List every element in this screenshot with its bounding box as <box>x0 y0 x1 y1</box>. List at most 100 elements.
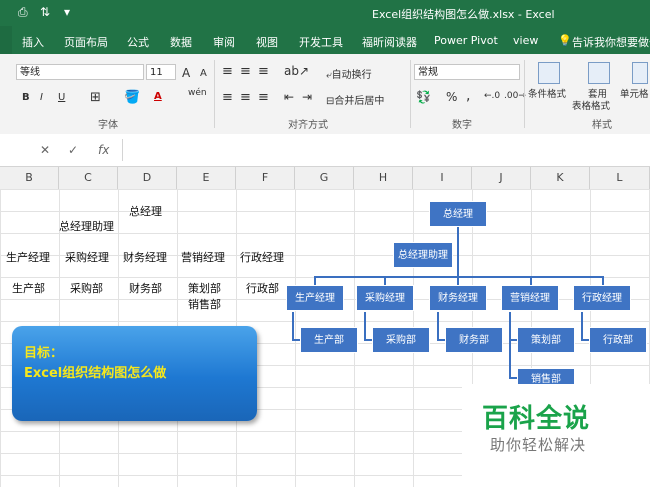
tab-file[interactable] <box>0 26 12 54</box>
print-preview-icon[interactable]: ⎙ <box>18 5 28 20</box>
cell-finance-dept[interactable]: 财务部 <box>129 280 162 296</box>
tab-view[interactable]: 视图 <box>256 34 278 50</box>
watermark: 百科全说 助你轻松解决 <box>462 384 650 487</box>
formula-input[interactable] <box>122 139 650 161</box>
wrap-text-button[interactable]: ⤶自动换行 <box>326 66 372 81</box>
tab-review[interactable]: 审阅 <box>213 34 235 50</box>
customize-icon[interactable]: ▾ <box>64 5 70 19</box>
tab-view-en[interactable]: view <box>513 34 538 47</box>
comma-button[interactable]: , <box>466 88 470 104</box>
cell-production-manager[interactable]: 生产经理 <box>6 249 50 265</box>
indent-decrease-icon[interactable]: ⇤ <box>284 90 294 104</box>
cell-admin-dept[interactable]: 行政部 <box>246 280 279 296</box>
align-right-icon[interactable]: ≡ <box>258 90 269 105</box>
table-format-label-2[interactable]: 表格格式 <box>572 98 610 112</box>
bold-button[interactable]: B <box>22 92 30 103</box>
cell-sales-dept[interactable]: 销售部 <box>188 296 221 312</box>
column-header[interactable]: C <box>59 167 118 189</box>
underline-button[interactable]: U <box>58 92 65 103</box>
callout-line-1: 目标： <box>24 346 64 361</box>
window-title: Excel组织结构图怎么做.xlsx - Excel <box>372 8 555 21</box>
cell-styles-icon[interactable] <box>632 62 648 84</box>
accounting-icon[interactable]: 💱 <box>416 90 431 104</box>
align-center-icon[interactable]: ≡ <box>240 90 251 105</box>
cell-purchasing-manager[interactable]: 采购经理 <box>65 249 109 265</box>
shrink-font-button[interactable]: A <box>200 68 207 79</box>
org-node-manager[interactable]: 行政经理 <box>573 285 631 311</box>
insert-function-icon[interactable]: fx <box>98 143 109 157</box>
percent-button[interactable]: % <box>446 90 457 104</box>
tab-power-pivot[interactable]: Power Pivot <box>434 34 498 47</box>
org-node-dept[interactable]: 生产部 <box>300 327 358 353</box>
cancel-icon[interactable]: ✕ <box>40 143 50 157</box>
increase-decimal-icon[interactable]: ←.0 <box>484 91 500 101</box>
borders-icon[interactable]: ⊞ <box>90 90 101 105</box>
ribbon-separator <box>214 60 215 128</box>
font-size-select[interactable]: 11 <box>146 64 176 80</box>
enter-icon[interactable]: ✓ <box>68 143 78 157</box>
column-header[interactable]: J <box>472 167 531 189</box>
org-node-ceo[interactable]: 总经理 <box>429 201 487 227</box>
tell-me-search[interactable]: 告诉我你想要做什 <box>572 34 650 50</box>
org-node-manager[interactable]: 营销经理 <box>501 285 559 311</box>
font-color-button[interactable]: A <box>154 91 162 102</box>
grow-font-button[interactable]: A <box>182 66 190 80</box>
table-format-icon[interactable] <box>588 62 610 84</box>
callout-line-2: Excel组织结构图怎么做 <box>24 366 167 381</box>
column-header[interactable]: B <box>0 167 59 189</box>
cell-finance-manager[interactable]: 财务经理 <box>123 249 167 265</box>
align-bottom-icon[interactable]: ≡ <box>258 64 269 79</box>
indent-increase-icon[interactable]: ⇥ <box>302 90 312 104</box>
cell-marketing-manager[interactable]: 营销经理 <box>181 249 225 265</box>
cell-admin-manager[interactable]: 行政经理 <box>240 249 284 265</box>
column-header[interactable]: E <box>177 167 236 189</box>
org-node-manager[interactable]: 生产经理 <box>286 285 344 311</box>
decrease-decimal-icon[interactable]: .00→ <box>504 91 526 101</box>
tab-foxit[interactable]: 福昕阅读器 <box>362 34 417 50</box>
cell-ceo-assistant[interactable]: 总经理助理 <box>59 218 114 234</box>
org-node-dept[interactable]: 财务部 <box>445 327 503 353</box>
column-header[interactable]: H <box>354 167 413 189</box>
column-header[interactable]: D <box>118 167 177 189</box>
tab-page-layout[interactable]: 页面布局 <box>64 34 108 50</box>
sort-icon[interactable]: ⇅ <box>40 5 50 19</box>
cell-purchasing-dept[interactable]: 采购部 <box>70 280 103 296</box>
org-node-dept[interactable]: 行政部 <box>589 327 647 353</box>
wrap-text-label: 自动换行 <box>331 70 372 81</box>
phonetic-button[interactable]: wén <box>188 88 207 98</box>
tab-formulas[interactable]: 公式 <box>127 34 149 50</box>
italic-button[interactable]: I <box>40 92 43 103</box>
tab-developer[interactable]: 开发工具 <box>299 34 343 50</box>
org-node-dept[interactable]: 采购部 <box>372 327 430 353</box>
tab-insert[interactable]: 插入 <box>22 34 44 50</box>
cell-planning-dept[interactable]: 策划部 <box>188 280 221 296</box>
column-header[interactable]: I <box>413 167 472 189</box>
org-connector <box>509 312 511 378</box>
font-name-select[interactable]: 等线 <box>16 64 144 80</box>
org-node-dept[interactable]: 策划部 <box>517 327 575 353</box>
org-connector <box>292 312 294 340</box>
tab-data[interactable]: 数据 <box>170 34 192 50</box>
cell-ceo[interactable]: 总经理 <box>129 203 162 219</box>
cell-styles-button[interactable]: 单元格 <box>620 86 649 100</box>
org-connector <box>437 312 439 340</box>
number-format-select[interactable]: 常规 <box>414 64 520 80</box>
align-top-icon[interactable]: ≡ <box>222 64 233 79</box>
cell-production-dept[interactable]: 生产部 <box>12 280 45 296</box>
column-header[interactable]: L <box>590 167 650 189</box>
column-header[interactable]: K <box>531 167 590 189</box>
org-node-assistant[interactable]: 总经理助理 <box>393 242 453 268</box>
column-header[interactable]: G <box>295 167 354 189</box>
org-node-manager[interactable]: 采购经理 <box>356 285 414 311</box>
merge-center-label: 合并后居中 <box>334 96 385 107</box>
align-middle-icon[interactable]: ≡ <box>240 64 251 79</box>
orientation-icon[interactable]: ab↗ <box>284 64 309 78</box>
org-node-manager[interactable]: 财务经理 <box>429 285 487 311</box>
column-header[interactable]: F <box>236 167 295 189</box>
conditional-format-button[interactable]: 条件格式 <box>528 86 566 100</box>
align-left-icon[interactable]: ≡ <box>222 90 233 105</box>
merge-center-button[interactable]: ⊟合并后居中 <box>326 92 384 107</box>
fill-color-icon[interactable]: 🪣 <box>124 90 140 105</box>
conditional-format-icon[interactable] <box>538 62 560 84</box>
watermark-title: 百科全说 <box>482 404 591 434</box>
